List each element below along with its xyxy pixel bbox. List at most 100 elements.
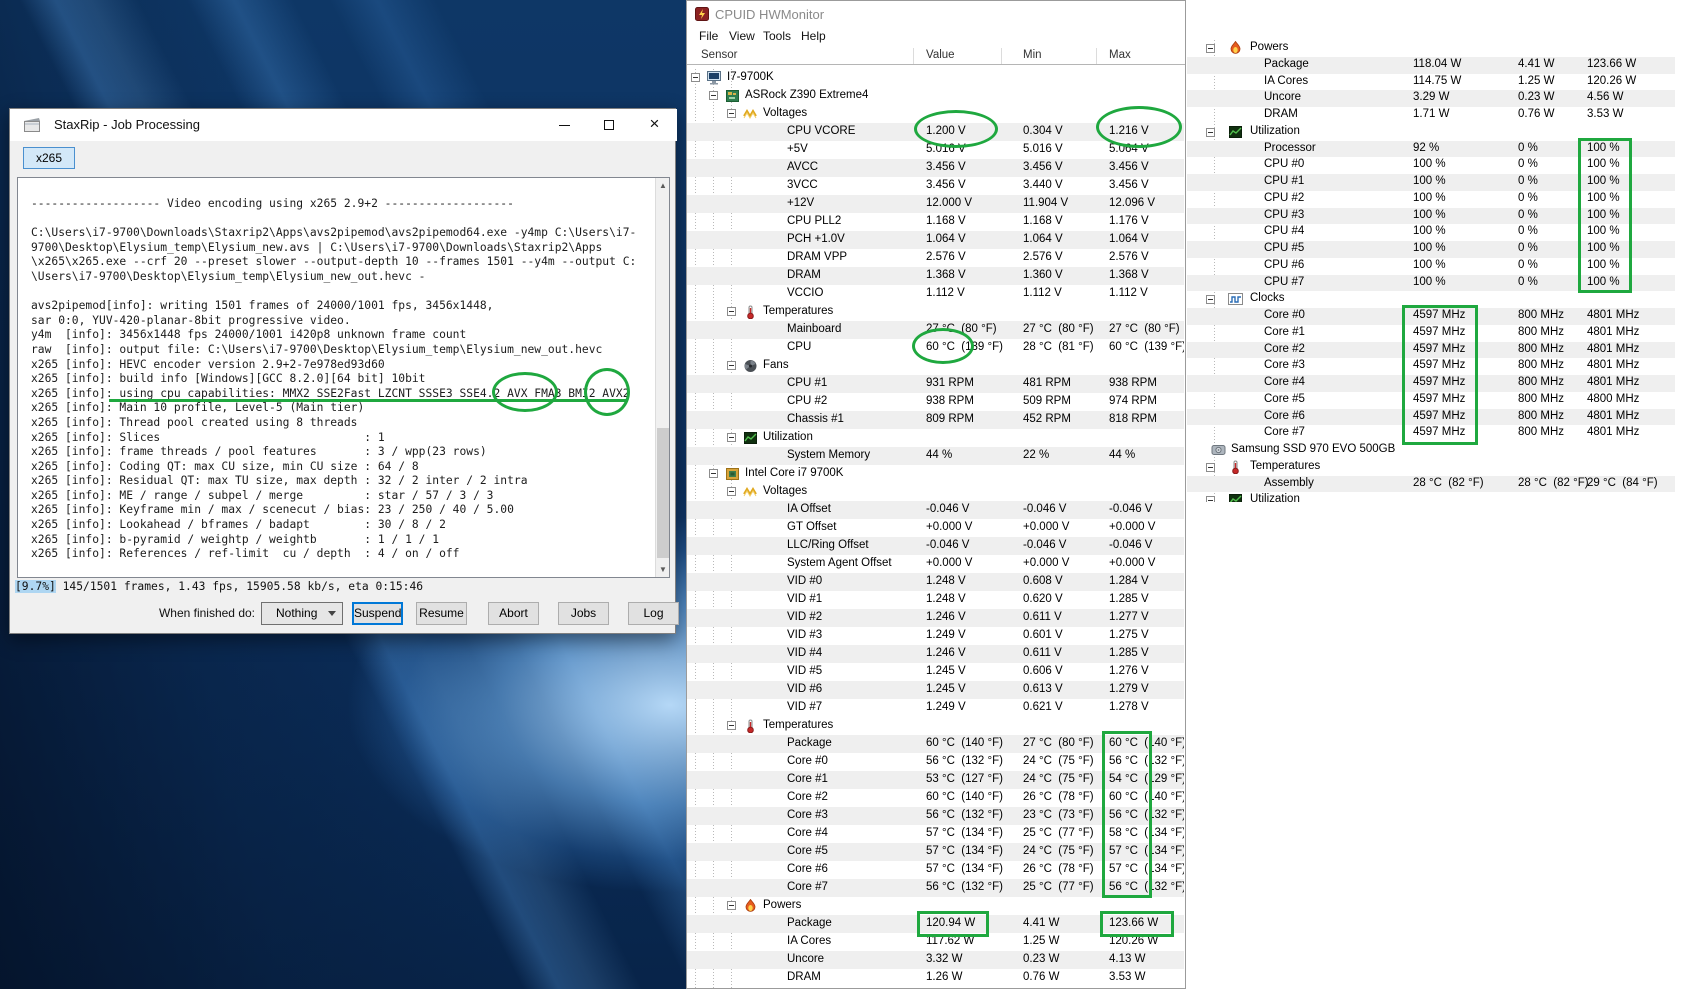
scroll-down-icon[interactable]: ▼	[656, 562, 669, 577]
sensor-row[interactable]: CPU #1 100 % 0 % 100 %	[1187, 174, 1675, 191]
sensor-row[interactable]: Core #0 56 °C (132 °F) 24 °C (75 °F) 56 °C …	[687, 753, 1184, 771]
collapse-toggle[interactable]	[1206, 44, 1215, 53]
scrollbar-thumb[interactable]	[657, 428, 669, 558]
abort-button[interactable]: Abort	[488, 602, 539, 625]
collapse-toggle[interactable]	[1206, 295, 1215, 305]
sensor-row[interactable]: CPU PLL2 1.168 V 1.168 V 1.176 V	[687, 213, 1184, 231]
sensor-row[interactable]: +5V 5.016 V 5.016 V 5.064 V	[687, 141, 1184, 159]
sensor-row[interactable]: Package 120.94 W 4.41 W 123.66 W	[687, 915, 1184, 933]
sensor-row[interactable]: CPU #2 938 RPM 509 RPM 974 RPM	[687, 393, 1184, 411]
sensor-row[interactable]: CPU 60 °C (139 °F) 28 °C (81 °F) 60 °C (139…	[687, 339, 1184, 357]
sensor-row[interactable]: Core #5 4597 MHz 800 MHz 4800 MHz	[1187, 392, 1675, 409]
sensor-row[interactable]: Core #6 4597 MHz 800 MHz 4801 MHz	[1187, 408, 1675, 426]
sensor-row[interactable]: Clocks	[1187, 291, 1686, 308]
sensor-row[interactable]: IA Offset -0.046 V -0.046 V -0.046 V	[687, 501, 1184, 519]
sensor-row[interactable]: AVCC 3.456 V 3.456 V 3.456 V	[687, 159, 1184, 177]
collapse-toggle[interactable]	[709, 91, 718, 100]
staxrip-titlebar[interactable]: StaxRip - Job Processing ×	[10, 109, 677, 141]
sensor-row[interactable]: +12V 12.000 V 11.904 V 12.096 V	[687, 195, 1184, 213]
sensor-row[interactable]: Temperatures	[1187, 459, 1686, 476]
finish-action-dropdown[interactable]: Nothing	[261, 602, 343, 625]
menu-tools[interactable]: Tools	[763, 29, 791, 43]
sensor-row[interactable]: VID #7 1.249 V 0.621 V 1.278 V	[687, 699, 1184, 717]
sensor-row[interactable]: LLC/Ring Offset -0.046 V -0.046 V -0.046 V	[687, 537, 1184, 555]
sensor-row[interactable]: Voltages	[687, 105, 1184, 123]
sensor-row[interactable]: Utilization	[1187, 492, 1686, 502]
sensor-row[interactable]: Processor 92 % 0 % 100 %	[1187, 140, 1675, 158]
sensor-row[interactable]: Uncore 3.32 W 0.23 W 4.13 W	[687, 951, 1184, 969]
maximize-button[interactable]	[587, 109, 632, 141]
menu-help[interactable]: Help	[801, 29, 826, 43]
collapse-toggle[interactable]	[727, 433, 736, 442]
sensor-row[interactable]: Samsung SSD 970 EVO 500GB	[1187, 442, 1686, 459]
close-button[interactable]: ×	[632, 109, 677, 141]
sensor-row[interactable]: Powers	[1187, 40, 1686, 57]
sensor-row[interactable]: Core #3 4597 MHz 800 MHz 4801 MHz	[1187, 358, 1675, 375]
menu-file[interactable]: File	[699, 29, 718, 43]
sensor-row[interactable]: CPU #1 931 RPM 481 RPM 938 RPM	[687, 375, 1184, 393]
sensor-row[interactable]: Core #0 4597 MHz 800 MHz 4801 MHz	[1187, 308, 1675, 325]
sensor-row[interactable]: Intel Core i7 9700K	[687, 465, 1184, 483]
sensor-row[interactable]: CPU #5 100 % 0 % 100 %	[1187, 241, 1675, 258]
collapse-toggle[interactable]	[727, 487, 736, 496]
sensor-row[interactable]: VID #1 1.248 V 0.620 V 1.285 V	[687, 591, 1184, 609]
sensor-row[interactable]: I7-9700K	[687, 69, 1184, 87]
sensor-row[interactable]: 3VCC 3.456 V 3.440 V 3.456 V	[687, 177, 1184, 195]
sensor-row[interactable]: Package 118.04 W 4.41 W 123.66 W	[1187, 56, 1675, 74]
sensor-row[interactable]: Powers	[687, 897, 1184, 915]
collapse-toggle[interactable]	[727, 361, 736, 370]
tab-x265[interactable]: x265	[23, 147, 76, 169]
sensor-row[interactable]: CPU #2 100 % 0 % 100 %	[1187, 191, 1675, 208]
collapse-toggle[interactable]	[727, 307, 736, 316]
sensor-row[interactable]: CPU VCORE 1.200 V 0.304 V 1.216 V	[687, 123, 1184, 141]
sensor-row[interactable]: Temperatures	[687, 717, 1184, 735]
sensor-row[interactable]: Utilization	[687, 429, 1184, 447]
sensor-row[interactable]: CPU #4 100 % 0 % 100 %	[1187, 224, 1675, 241]
collapse-toggle[interactable]	[691, 73, 700, 82]
sensor-row[interactable]: Core #4 4597 MHz 800 MHz 4801 MHz	[1187, 375, 1675, 392]
sensor-row[interactable]: VCCIO 1.112 V 1.112 V 1.112 V	[687, 285, 1184, 303]
sensor-row[interactable]: DRAM VPP 2.576 V 2.576 V 2.576 V	[687, 249, 1184, 267]
collapse-toggle[interactable]	[709, 469, 718, 478]
collapse-toggle[interactable]	[1206, 462, 1215, 472]
sensor-row[interactable]: Core #1 53 °C (127 °F) 24 °C (75 °F) 54 °C …	[687, 771, 1184, 789]
sensor-row[interactable]: Chassis #1 809 RPM 452 RPM 818 RPM	[687, 411, 1184, 429]
sensor-row[interactable]: DRAM 1.71 W 0.76 W 3.53 W	[1187, 107, 1675, 124]
sensor-row[interactable]: ASRock Z390 Extreme4	[687, 87, 1184, 105]
collapse-toggle[interactable]	[1206, 496, 1215, 502]
collapse-toggle[interactable]	[727, 721, 736, 730]
sensor-row[interactable]: VID #3 1.249 V 0.601 V 1.275 V	[687, 627, 1184, 645]
console-scrollbar[interactable]: ▲ ▼	[655, 178, 669, 577]
sensor-row[interactable]: CPU #6 100 % 0 % 100 %	[1187, 258, 1675, 275]
sensor-row[interactable]: Mainboard 27 °C (80 °F) 27 °C (80 °F) 27 °C…	[687, 321, 1184, 339]
sensor-row[interactable]: Voltages	[687, 483, 1184, 501]
menu-view[interactable]: View	[729, 29, 755, 43]
sensor-row[interactable]: System Agent Offset +0.000 V +0.000 V +0.00…	[687, 555, 1184, 573]
sensor-row[interactable]: System Memory 44 % 22 % 44 %	[687, 447, 1184, 465]
scroll-up-icon[interactable]: ▲	[656, 178, 669, 193]
sensor-row[interactable]: DRAM 1.26 W 0.76 W 3.53 W	[687, 969, 1184, 987]
sensor-row[interactable]: Core #2 4597 MHz 800 MHz 4801 MHz	[1187, 341, 1675, 359]
sensor-row[interactable]: CPU #0 100 % 0 % 100 %	[1187, 157, 1675, 174]
minimize-button[interactable]	[542, 109, 587, 141]
sensor-row[interactable]: Core #4 57 °C (134 °F) 25 °C (77 °F) 58 °C …	[687, 825, 1184, 843]
sensor-row[interactable]: Core #7 4597 MHz 800 MHz 4801 MHz	[1187, 425, 1675, 442]
log-button[interactable]: Log	[628, 602, 679, 625]
sensor-row[interactable]: Package 60 °C (140 °F) 27 °C (80 °F) 60 °C …	[687, 735, 1184, 753]
sensor-row[interactable]: Utilization	[1187, 124, 1686, 141]
sensor-row[interactable]: GT Offset +0.000 V +0.000 V +0.000 V	[687, 519, 1184, 537]
sensor-row[interactable]: CPU #7 100 % 0 % 100 %	[1187, 274, 1675, 292]
resume-button[interactable]: Resume	[416, 602, 467, 625]
sensor-row[interactable]: IA Cores 117.62 W 1.25 W 120.26 W	[687, 933, 1184, 951]
sensor-row[interactable]: Core #2 60 °C (140 °F) 26 °C (78 °F) 60 °C …	[687, 789, 1184, 807]
sensor-row[interactable]: VID #5 1.245 V 0.606 V 1.276 V	[687, 663, 1184, 681]
sensor-table-header[interactable]: Sensor Value Min Max	[687, 47, 1185, 65]
sensor-row[interactable]: Core #3 56 °C (132 °F) 23 °C (73 °F) 56 °C …	[687, 807, 1184, 825]
sensor-row[interactable]: Temperatures	[687, 303, 1184, 321]
sensor-row[interactable]: VID #6 1.245 V 0.613 V 1.279 V	[687, 681, 1184, 699]
sensor-row[interactable]: VID #0 1.248 V 0.608 V 1.284 V	[687, 573, 1184, 591]
sensor-row[interactable]: Core #7 56 °C (132 °F) 25 °C (77 °F) 56 °C …	[687, 879, 1184, 897]
jobs-button[interactable]: Jobs	[558, 602, 609, 625]
sensor-row[interactable]: DRAM 1.368 V 1.360 V 1.368 V	[687, 267, 1184, 285]
hwmonitor-titlebar[interactable]: CPUID HWMonitor	[687, 1, 1185, 27]
